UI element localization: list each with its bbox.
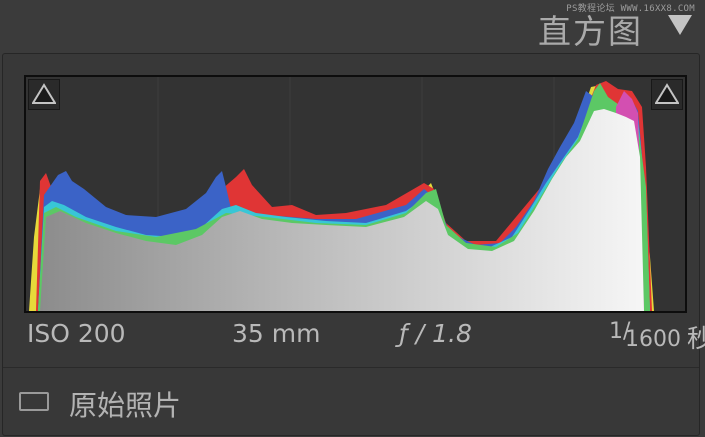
exif-info-row: ISO 200 35 mm ƒ / 1.8 1/1600 秒 (3, 319, 705, 359)
histogram-svg (29, 77, 654, 311)
aperture-value: ƒ / 1.8 (399, 319, 472, 348)
histogram-luminance (40, 109, 644, 311)
shutter-unit: 秒 (687, 324, 705, 353)
highlight-clipping-button[interactable] (651, 79, 683, 110)
histogram-graph[interactable] (24, 75, 687, 313)
histogram-panel: ISO 200 35 mm ƒ / 1.8 1/1600 秒 原始照片 (2, 53, 705, 436)
triangle-down-icon[interactable] (667, 13, 693, 37)
original-photo-label: 原始照片 (69, 389, 182, 422)
shutter-speed-value: 1/1600 秒 (609, 319, 705, 353)
shadow-clipping-button[interactable] (28, 79, 60, 110)
shutter-denominator: 1600 (625, 327, 681, 352)
original-photo-checkbox[interactable] (19, 392, 49, 411)
iso-value: ISO 200 (27, 319, 126, 348)
panel-title: 直方图 (538, 12, 643, 51)
triangle-up-icon (32, 83, 56, 104)
shutter-numerator: 1 (609, 319, 623, 344)
triangle-up-icon (655, 83, 679, 104)
focal-length-value: 35 mm (232, 319, 321, 348)
divider (3, 367, 699, 368)
panel-header[interactable]: 直方图 (0, 0, 705, 54)
